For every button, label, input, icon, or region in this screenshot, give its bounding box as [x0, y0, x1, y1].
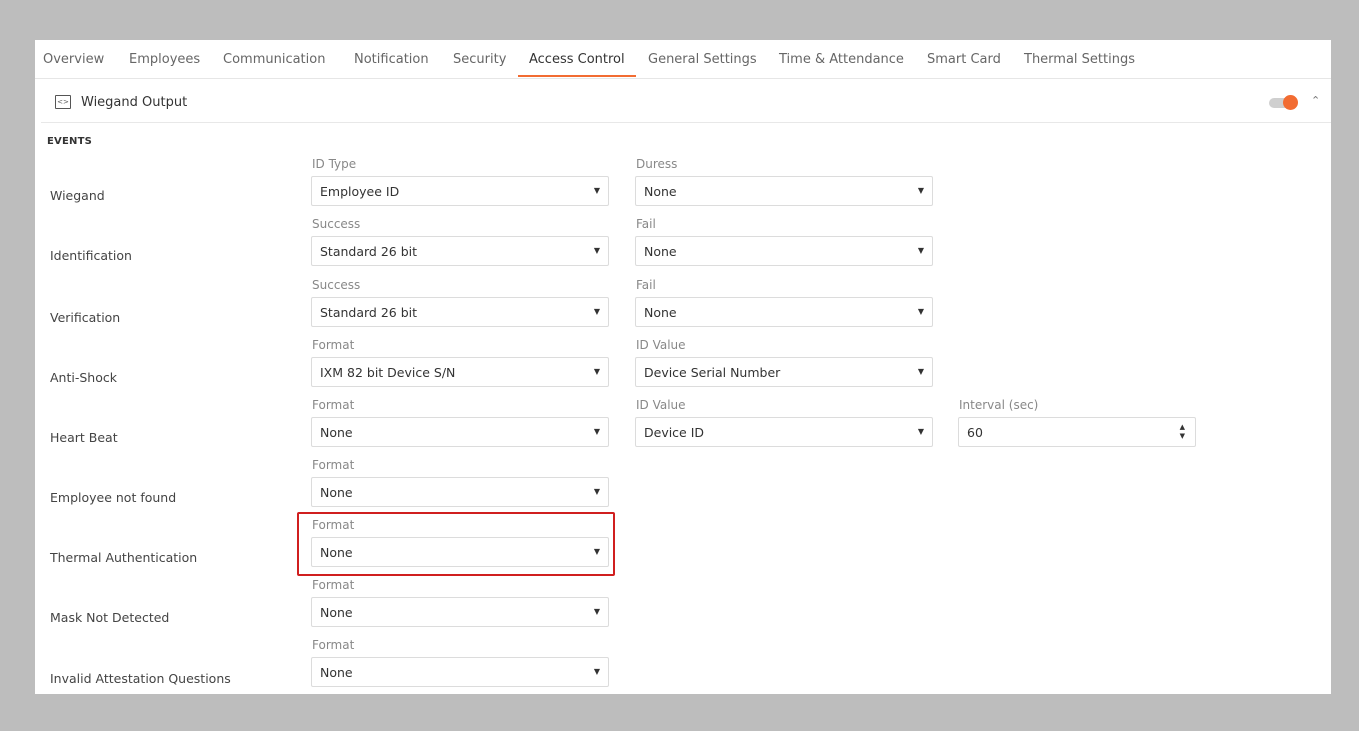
toggle-knob [1283, 95, 1298, 110]
row-label-employee-not-found: Employee not found [50, 490, 177, 505]
events-heading: EVENTS [47, 136, 92, 147]
heart-beat-interval-stepper[interactable]: 60 ▲ ▼ [958, 417, 1196, 447]
caret-down-icon: ▼ [917, 186, 924, 195]
row-label-anti-shock: Anti-Shock [50, 370, 117, 385]
code-card-icon: <> [55, 95, 71, 109]
employee-not-found-format-select[interactable]: None ▼ [311, 477, 609, 507]
field-label: Fail [636, 278, 656, 292]
settings-panel: Overview Employees Communication Notific… [35, 40, 1331, 694]
tab-thermal-settings[interactable]: Thermal Settings [1024, 52, 1135, 67]
identification-success-select[interactable]: Standard 26 bit ▼ [311, 236, 609, 266]
field-label: Interval (sec) [959, 398, 1039, 412]
mask-not-detected-format-select[interactable]: None ▼ [311, 597, 609, 627]
tab-overview[interactable]: Overview [43, 52, 104, 67]
caret-down-icon: ▼ [593, 367, 600, 376]
row-label-identification: Identification [50, 248, 132, 263]
field-label: Success [312, 278, 361, 292]
select-value: None [644, 244, 677, 259]
active-tab-indicator [518, 75, 636, 77]
row-label-invalid-attestation-questions: Invalid Attestation Questions [50, 671, 231, 686]
tab-notification[interactable]: Notification [354, 52, 429, 67]
caret-down-icon: ▼ [917, 427, 924, 436]
caret-down-icon: ▼ [917, 307, 924, 316]
row-label-mask-not-detected: Mask Not Detected [50, 610, 170, 625]
select-value: None [320, 485, 353, 500]
field-label: Fail [636, 217, 656, 231]
select-value: Standard 26 bit [320, 305, 418, 320]
caret-down-icon: ▼ [593, 307, 600, 316]
section-title: Wiegand Output [81, 95, 188, 110]
invalid-attestation-format-select[interactable]: None ▼ [311, 657, 609, 687]
select-value: Employee ID [320, 184, 400, 199]
stepper-value: 60 [967, 425, 983, 440]
select-value: None [644, 305, 677, 320]
heart-beat-format-select[interactable]: None ▼ [311, 417, 609, 447]
tab-general-settings[interactable]: General Settings [648, 52, 757, 67]
tab-employees[interactable]: Employees [129, 52, 200, 67]
tab-communication[interactable]: Communication [223, 52, 325, 67]
wiegand-id-type-select[interactable]: Employee ID ▼ [311, 176, 609, 206]
caret-down-icon: ▼ [593, 427, 600, 436]
select-value: Standard 26 bit [320, 244, 418, 259]
identification-fail-select[interactable]: None ▼ [635, 236, 933, 266]
field-label: ID Value [636, 338, 686, 352]
verification-fail-select[interactable]: None ▼ [635, 297, 933, 327]
row-label-verification: Verification [50, 310, 121, 325]
heart-beat-id-value-select[interactable]: Device ID ▼ [635, 417, 933, 447]
tab-bar: Overview Employees Communication Notific… [35, 40, 1331, 79]
field-label: Format [312, 578, 355, 592]
select-value: None [644, 184, 677, 199]
caret-down-icon: ▼ [917, 246, 924, 255]
field-label: ID Type [312, 157, 357, 171]
field-label: Format [312, 398, 355, 412]
select-value: None [320, 665, 353, 680]
tab-access-control[interactable]: Access Control [529, 52, 625, 67]
field-label: Success [312, 217, 361, 231]
wiegand-output-header[interactable]: <> Wiegand Output ⌃ [41, 84, 1331, 123]
select-value: Device Serial Number [644, 365, 781, 380]
caret-down-icon: ▼ [593, 667, 600, 676]
select-value: Device ID [644, 425, 705, 440]
tab-smart-card[interactable]: Smart Card [927, 52, 1001, 67]
highlight-box [297, 512, 615, 576]
caret-down-icon: ▼ [593, 487, 600, 496]
row-label-heart-beat: Heart Beat [50, 430, 118, 445]
field-label: Format [312, 458, 355, 472]
field-label: Format [312, 638, 355, 652]
caret-down-icon: ▼ [917, 367, 924, 376]
wiegand-duress-select[interactable]: None ▼ [635, 176, 933, 206]
row-label-thermal-authentication: Thermal Authentication [50, 550, 198, 565]
select-value: None [320, 605, 353, 620]
field-label: Duress [636, 157, 678, 171]
tab-security[interactable]: Security [453, 52, 506, 67]
wiegand-output-toggle[interactable] [1269, 95, 1298, 110]
anti-shock-format-select[interactable]: IXM 82 bit Device S/N ▼ [311, 357, 609, 387]
anti-shock-id-value-select[interactable]: Device Serial Number ▼ [635, 357, 933, 387]
caret-down-icon: ▼ [593, 607, 600, 616]
field-label: ID Value [636, 398, 686, 412]
row-label-wiegand: Wiegand [50, 188, 105, 203]
caret-down-icon: ▼ [593, 186, 600, 195]
caret-down-icon: ▼ [593, 246, 600, 255]
field-label: Format [312, 338, 355, 352]
tab-time-attendance[interactable]: Time & Attendance [779, 52, 904, 67]
select-value: IXM 82 bit Device S/N [320, 365, 456, 380]
chevron-up-icon[interactable]: ⌃ [1311, 94, 1320, 107]
stepper-arrows-icon[interactable]: ▲ ▼ [1180, 423, 1185, 441]
verification-success-select[interactable]: Standard 26 bit ▼ [311, 297, 609, 327]
select-value: None [320, 425, 353, 440]
